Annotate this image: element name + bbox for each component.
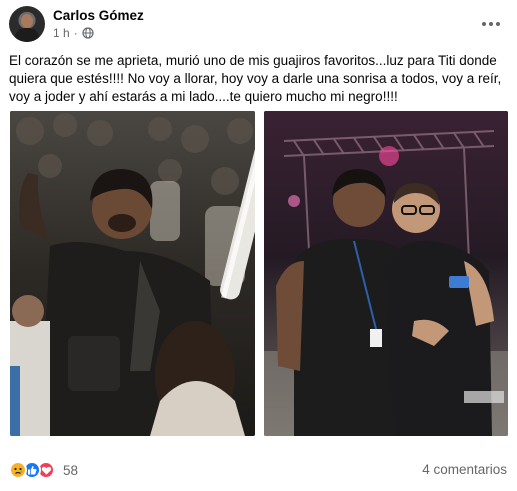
author-avatar[interactable] [9,6,45,42]
more-options-button[interactable] [477,10,505,38]
more-horizontal-icon [482,22,500,26]
author-name[interactable]: Carlos Gómez [53,8,144,23]
reaction-count[interactable]: 58 [63,463,78,478]
photo-concert-crowd [10,111,255,436]
facebook-post: Carlos Gómez 1 h · El corazón se me apri… [0,0,517,491]
meta-separator: · [73,26,78,40]
post-photo-2[interactable] [264,111,508,436]
post-photo-1[interactable] [10,111,255,436]
sad-reaction-icon [9,461,27,479]
post-header: Carlos Gómez 1 h · [9,6,509,44]
post-meta: 1 h · [53,26,94,40]
comments-count[interactable]: 4 comentarios [422,462,507,477]
post-footer: 58 4 comentarios [9,461,509,481]
globe-icon [82,27,94,39]
post-time[interactable]: 1 h [53,26,70,40]
photo-two-men-stage [264,111,508,436]
post-text: El corazón se me aprieta, murió uno de m… [9,53,502,104]
reactions-summary[interactable]: 58 [9,461,78,479]
